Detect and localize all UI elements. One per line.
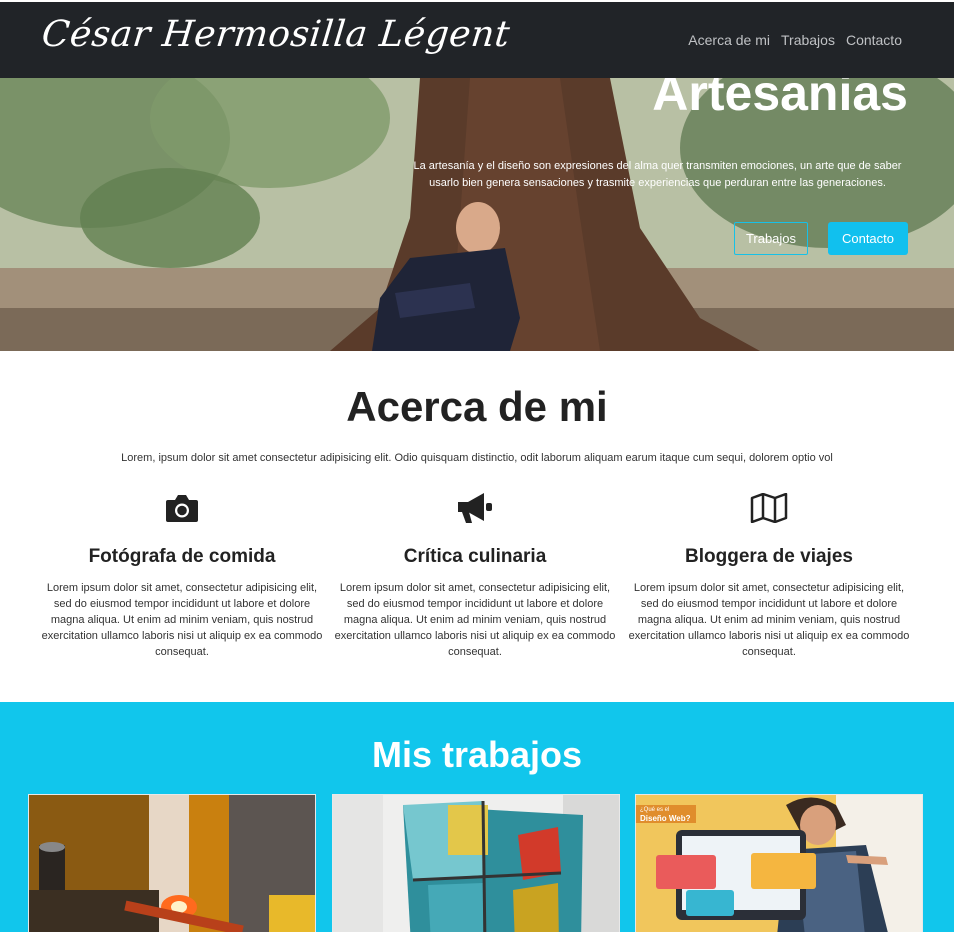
feature-title: Crítica culinaria bbox=[403, 546, 547, 567]
nav-link-trabajos[interactable]: Trabajos bbox=[781, 32, 835, 48]
work-card-1[interactable] bbox=[28, 794, 316, 932]
hero-title: Artesanias bbox=[652, 78, 908, 121]
about-title: Acerca de mi bbox=[346, 383, 608, 430]
map-icon bbox=[624, 490, 914, 526]
hero-section: Artesanias La artesanía y el diseño son … bbox=[0, 78, 954, 351]
work-card-3[interactable]: ¿Qué es el Diseño Web? bbox=[635, 794, 923, 932]
work-card-image bbox=[29, 795, 315, 932]
feature-text: Lorem ipsum dolor sit amet, consectetur … bbox=[334, 582, 616, 658]
feature-food-photographer: Fotógrafa de comida Lorem ipsum dolor si… bbox=[37, 490, 327, 660]
navbar: César Hermosilla Légent Acerca de mi Tra… bbox=[0, 0, 954, 78]
megaphone-icon bbox=[330, 490, 620, 526]
work-card-image bbox=[333, 795, 619, 932]
camera-icon bbox=[37, 490, 327, 526]
work-card-2[interactable] bbox=[332, 794, 620, 932]
feature-title: Fotógrafa de comida bbox=[88, 546, 276, 567]
nav-link-contacto[interactable]: Contacto bbox=[846, 32, 902, 48]
nav-link-acerca[interactable]: Acerca de mi bbox=[688, 32, 770, 48]
feature-title: Bloggera de viajes bbox=[685, 546, 853, 567]
work-card-image: ¿Qué es el Diseño Web? bbox=[636, 795, 922, 932]
brand-logo[interactable]: César Hermosilla Légent bbox=[40, 14, 512, 55]
card-badge-line1: ¿Qué es el bbox=[640, 807, 669, 813]
works-title: Mis trabajos bbox=[371, 734, 583, 775]
feature-text: Lorem ipsum dolor sit amet, consectetur … bbox=[628, 582, 910, 658]
feature-food-critic: Crítica culinaria Lorem ipsum dolor sit … bbox=[330, 490, 620, 660]
hero-contacto-button[interactable]: Contacto bbox=[828, 222, 908, 255]
nav-links: Acerca de mi Trabajos Contacto bbox=[688, 32, 902, 48]
hero-text: La artesanía y el diseño son expresiones… bbox=[413, 160, 902, 189]
card-badge-line2: Diseño Web? bbox=[640, 814, 691, 823]
hero-trabajos-button[interactable]: Trabajos bbox=[734, 222, 808, 255]
feature-text: Lorem ipsum dolor sit amet, consectetur … bbox=[41, 582, 323, 658]
works-section: Mis trabajos ¿Qué es el Diseño Web? bbox=[0, 702, 954, 932]
feature-travel-blogger: Bloggera de viajes Lorem ipsum dolor sit… bbox=[624, 490, 914, 660]
about-intro: Lorem, ipsum dolor sit amet consectetur … bbox=[121, 452, 833, 464]
